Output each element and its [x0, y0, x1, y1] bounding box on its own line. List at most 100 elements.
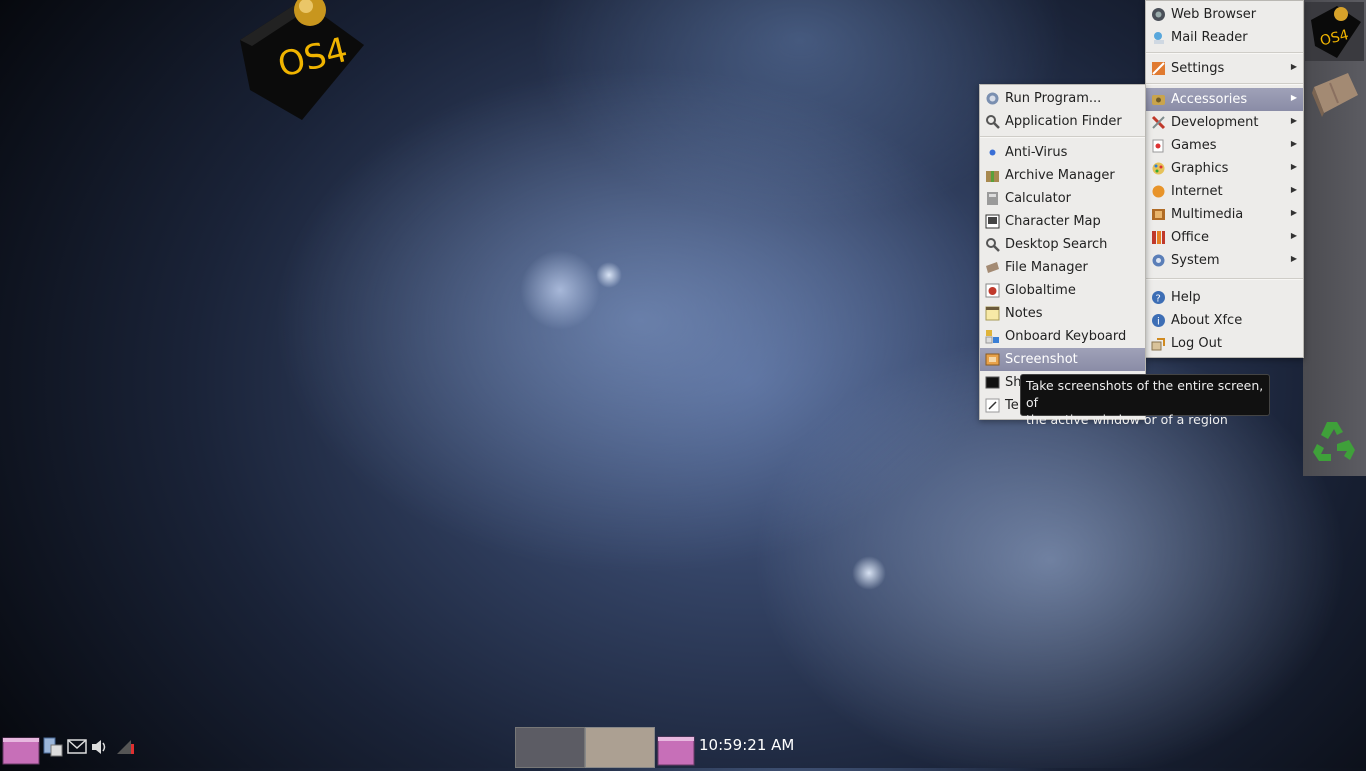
- menu-item-label: Help: [1171, 290, 1201, 305]
- os4-cube-logo: OS4: [240, 0, 370, 122]
- menu-item-system[interactable]: System ▶: [1146, 249, 1303, 272]
- mail-icon: [1151, 30, 1166, 45]
- development-icon: [1151, 115, 1166, 130]
- menu-item-archive-manager[interactable]: Archive Manager: [980, 164, 1145, 187]
- menu-item-multimedia[interactable]: Multimedia ▶: [1146, 203, 1303, 226]
- network-icon[interactable]: [115, 738, 137, 762]
- tooltip-line-1: Take screenshots of the entire screen, o…: [1026, 378, 1264, 410]
- archive-icon: [985, 168, 1000, 183]
- menu-item-calculator[interactable]: Calculator: [980, 187, 1145, 210]
- menu-item-label: Anti-Virus: [1005, 145, 1068, 160]
- submenu-arrow-icon: ▶: [1290, 116, 1297, 125]
- menu-item-development[interactable]: Development ▶: [1146, 111, 1303, 134]
- xfce-main-menu: Web Browser Mail Reader Settings ▶ Acces…: [1145, 0, 1304, 358]
- workspace-2[interactable]: [585, 727, 655, 768]
- menu-item-label: Web Browser: [1171, 7, 1257, 22]
- accessories-submenu: Run Program... Application Finder Anti-V…: [979, 84, 1146, 420]
- volume-icon[interactable]: [90, 738, 110, 760]
- logout-icon: [1151, 336, 1166, 351]
- show-desktop-icon[interactable]: [657, 733, 695, 771]
- menu-separator: [1146, 278, 1303, 280]
- menu-item-web-browser[interactable]: Web Browser: [1146, 3, 1303, 26]
- menu-item-mail-reader[interactable]: Mail Reader: [1146, 26, 1303, 49]
- menu-item-label: Multimedia: [1171, 207, 1244, 222]
- menu-item-onboard-keyboard[interactable]: Onboard Keyboard: [980, 325, 1145, 348]
- submenu-arrow-icon: ▶: [1290, 162, 1297, 171]
- svg-text:i: i: [1157, 317, 1160, 328]
- menu-item-label: Games: [1171, 138, 1217, 153]
- submenu-arrow-icon: ▶: [1290, 62, 1297, 71]
- menu-separator: [980, 136, 1145, 138]
- mail-icon[interactable]: [67, 738, 87, 760]
- internet-icon: [1151, 184, 1166, 199]
- menu-item-label: Character Map: [1005, 214, 1101, 229]
- tooltip-line-2: the active window or of a region: [1026, 412, 1228, 427]
- menu-item-label: Onboard Keyboard: [1005, 329, 1127, 344]
- info-icon: i: [1151, 313, 1166, 328]
- menu-item-label: Archive Manager: [1005, 168, 1115, 183]
- recycle-icon[interactable]: [1305, 412, 1364, 471]
- menu-item-label: Application Finder: [1005, 114, 1122, 129]
- notes-icon: [985, 306, 1000, 321]
- menu-item-label: Graphics: [1171, 161, 1229, 176]
- folder-icon[interactable]: [1305, 62, 1364, 121]
- menu-item-label: System: [1171, 253, 1220, 268]
- submenu-arrow-icon: ▶: [1290, 208, 1297, 217]
- menu-item-label: Office: [1171, 230, 1209, 245]
- menu-item-internet[interactable]: Internet ▶: [1146, 180, 1303, 203]
- globe-icon: [1151, 7, 1166, 22]
- menu-item-label: File Manager: [1005, 260, 1088, 275]
- os4-cube-icon[interactable]: OS4: [1305, 2, 1364, 61]
- menu-item-character-map[interactable]: Character Map: [980, 210, 1145, 233]
- menu-item-label: About Xfce: [1171, 313, 1243, 328]
- run-icon: [985, 91, 1000, 106]
- menu-item-graphics[interactable]: Graphics ▶: [1146, 157, 1303, 180]
- menu-item-label: Desktop Search: [1005, 237, 1108, 252]
- menu-item-help[interactable]: ? Help: [1146, 286, 1303, 309]
- menu-item-about-xfce[interactable]: i About Xfce: [1146, 309, 1303, 332]
- menu-item-desktop-search[interactable]: Desktop Search: [980, 233, 1145, 256]
- menu-separator: [1146, 83, 1303, 85]
- right-dock: OS4: [1303, 0, 1366, 476]
- settings-icon: [1151, 61, 1166, 76]
- menu-item-run-program[interactable]: Run Program...: [980, 87, 1145, 110]
- menu-separator: [1146, 52, 1303, 54]
- menu-item-label: Development: [1171, 115, 1259, 130]
- menu-item-label: Internet: [1171, 184, 1223, 199]
- calculator-icon: [985, 191, 1000, 206]
- menu-item-globaltime[interactable]: Globaltime: [980, 279, 1145, 302]
- text-editor-icon: [985, 398, 1000, 413]
- menu-item-label: Te: [1005, 398, 1019, 413]
- menu-item-office[interactable]: Office ▶: [1146, 226, 1303, 249]
- workspace-1[interactable]: [515, 727, 585, 768]
- screenshot-icon: [985, 352, 1000, 367]
- menu-item-anti-virus[interactable]: Anti-Virus: [980, 141, 1145, 164]
- menu-item-label: Settings: [1171, 61, 1225, 76]
- keyboard-icon: [985, 329, 1000, 344]
- clipboard-icon[interactable]: [42, 736, 64, 762]
- menu-item-label: Accessories: [1171, 92, 1248, 107]
- screenshot-tooltip: Take screenshots of the entire screen, o…: [1020, 374, 1270, 427]
- folder-icon: [985, 260, 1000, 275]
- submenu-arrow-icon: ▶: [1290, 139, 1297, 148]
- menu-item-label: Run Program...: [1005, 91, 1102, 106]
- menu-item-log-out[interactable]: Log Out: [1146, 332, 1303, 355]
- search-icon: [985, 114, 1000, 129]
- submenu-arrow-icon: ▶: [1290, 185, 1297, 194]
- menu-item-games[interactable]: Games ▶: [1146, 134, 1303, 157]
- show-desktop-icon[interactable]: [2, 734, 40, 770]
- submenu-arrow-icon: ▶: [1290, 254, 1297, 263]
- menu-item-accessories[interactable]: Accessories ▶: [1146, 88, 1303, 111]
- system-icon: [1151, 253, 1166, 268]
- menu-item-file-manager[interactable]: File Manager: [980, 256, 1145, 279]
- menu-item-notes[interactable]: Notes: [980, 302, 1145, 325]
- multimedia-icon: [1151, 207, 1166, 222]
- panel-clock[interactable]: 10:59:21 AM: [699, 736, 794, 754]
- menu-item-screenshot[interactable]: Screenshot: [980, 348, 1145, 371]
- office-icon: [1151, 230, 1166, 245]
- clock-icon: [985, 283, 1000, 298]
- search-icon: [985, 237, 1000, 252]
- menu-item-application-finder[interactable]: Application Finder: [980, 110, 1145, 133]
- submenu-arrow-icon: ▶: [1290, 231, 1297, 240]
- menu-item-settings[interactable]: Settings ▶: [1146, 57, 1303, 80]
